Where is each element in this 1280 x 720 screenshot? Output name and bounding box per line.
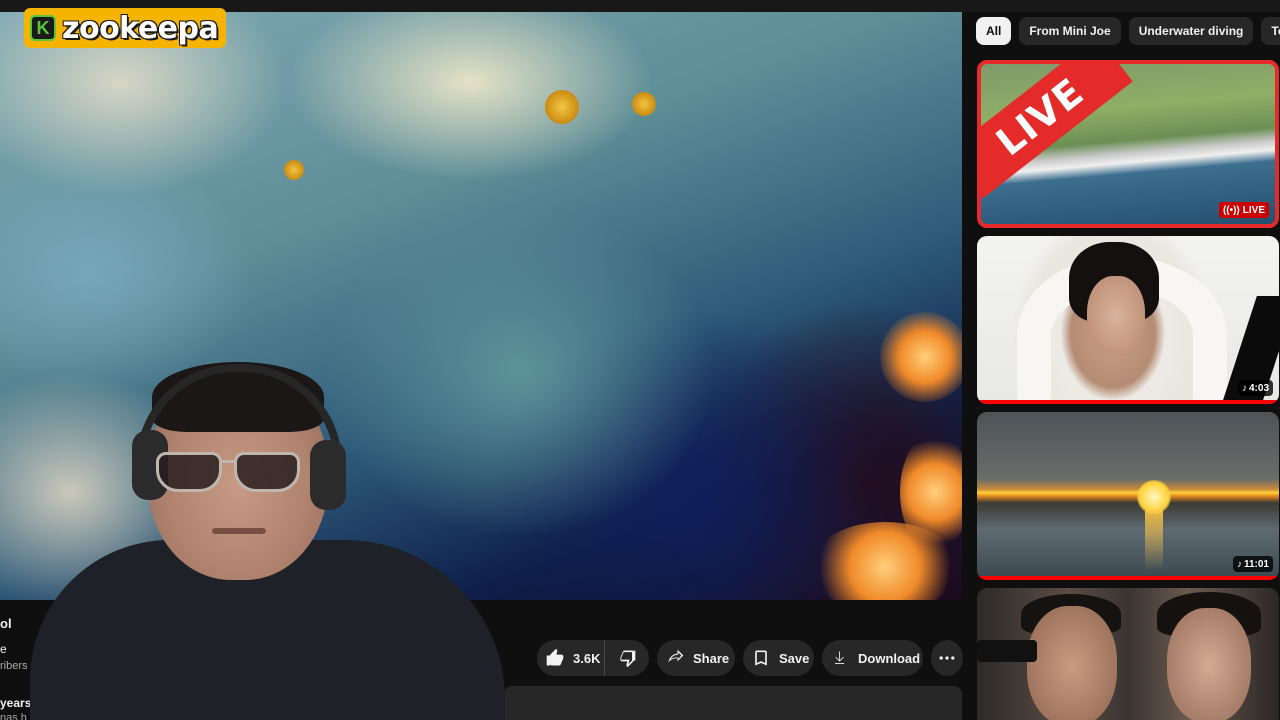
like-dislike-group: 3.6K [537,640,649,676]
channel-logo: K zookeepa [24,8,227,48]
bookmark-icon [755,650,767,666]
share-icon [668,649,684,663]
download-icon [835,651,845,664]
video-player[interactable] [0,12,962,600]
sea-fan-coral [880,312,962,402]
live-broadcast-icon: ((•)) [1222,204,1240,216]
chip-from-mini-joe[interactable]: From Mini Joe [1019,17,1121,45]
logo-text: zookeepa [62,10,219,46]
thumbnail-reflection [1145,510,1163,570]
desc-fragment: nas h [0,712,27,720]
watched-progress-bar [977,400,1279,404]
chip-underwater-diving[interactable]: Underwater diving [1128,17,1254,45]
chip-tourism[interactable]: Touris [1261,17,1280,45]
recommendation-thumbnail-2[interactable]: ♪ 4:03 [977,236,1279,404]
live-badge: ((•)) LIVE [1218,202,1269,218]
dislike-button[interactable] [605,640,649,676]
coral-spot [632,92,656,116]
save-label: Save [779,650,810,666]
channel-line-fragment: e [0,642,7,656]
duration-text: 11:01 [1243,558,1269,570]
thumbnail-figure-face [1167,608,1251,720]
download-label: Download [858,650,921,666]
chip-all[interactable]: All [976,17,1012,45]
thumbnail-prop [977,640,1037,662]
filter-chips: All From Mini Joe Underwater diving Tour… [976,17,1280,45]
duration-text: 4:03 [1248,382,1269,394]
live-banner: LIVE [981,64,1133,199]
thumbnail-figure-face [1087,276,1145,356]
save-button[interactable]: Save [743,640,814,676]
recommendation-thumbnail-4[interactable] [977,588,1279,720]
coral-spot [284,160,304,180]
thumbs-down-icon [620,650,636,668]
share-label: Share [693,650,730,666]
like-button[interactable]: 3.6K [537,640,605,676]
more-actions-button[interactable] [931,640,963,676]
date-fragment: years [0,696,32,710]
description-box[interactable] [504,686,962,720]
thumbs-up-icon [546,648,564,666]
music-note-icon: ♪ [1236,558,1242,570]
like-count: 3.6K [573,650,601,666]
duration-badge: ♪ 11:01 [1232,556,1273,572]
recommendation-thumbnail-3[interactable]: ♪ 11:01 [977,412,1279,580]
subscribers-fragment: ribers [0,660,28,672]
thumbnail-sun [1137,480,1171,514]
coral-spot [545,90,579,124]
share-button[interactable]: Share [657,640,735,676]
music-note-icon: ♪ [1241,382,1247,394]
recommendation-thumbnail-live[interactable]: LIVE ((•)) LIVE [977,60,1279,228]
download-button[interactable]: Download [822,640,923,676]
duration-badge: ♪ 4:03 [1237,380,1273,396]
channel-name-fragment[interactable]: ol [0,616,12,631]
more-horizontal-icon [939,656,955,660]
thumbnail-figure-face [1027,606,1117,720]
logo-badge: K [30,15,56,41]
live-badge-label: LIVE [1242,204,1265,216]
watched-progress-bar [977,576,1279,580]
